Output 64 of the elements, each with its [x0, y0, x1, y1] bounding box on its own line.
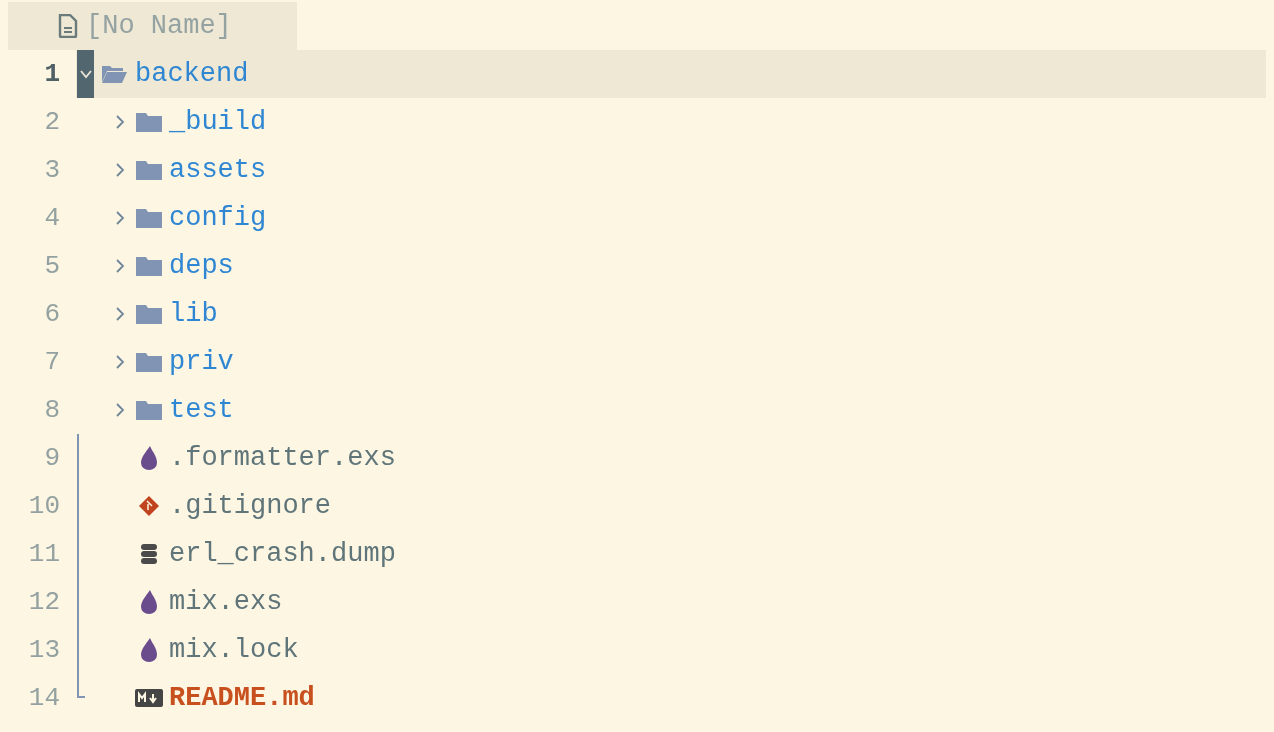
tree-row[interactable]: deps — [76, 242, 1266, 290]
folder-icon — [135, 208, 162, 228]
line-number: 3 — [43, 153, 60, 187]
file-name: mix.exs — [169, 585, 283, 619]
folder-name: priv — [169, 345, 234, 379]
database-icon — [139, 543, 158, 565]
tree-row[interactable]: .formatter.exs — [76, 434, 1266, 482]
line-number: 13 — [27, 633, 60, 667]
file-name: erl_crash.dump — [169, 537, 396, 571]
line-number: 1 — [43, 57, 60, 91]
folder-name: assets — [169, 153, 267, 187]
line-number: 4 — [43, 201, 60, 235]
line-number: 14 — [27, 681, 60, 715]
buffer-tab[interactable]: [No Name] — [8, 2, 297, 50]
tree-row[interactable]: mix.lock — [76, 626, 1266, 674]
folder-name: deps — [169, 249, 234, 283]
folder-icon — [135, 160, 162, 180]
tree-row[interactable]: mix.exs — [76, 578, 1266, 626]
tree-row[interactable]: priv — [76, 338, 1266, 386]
folder-icon — [135, 256, 162, 276]
tree-row[interactable]: config — [76, 194, 1266, 242]
chevron-right-icon[interactable] — [113, 403, 126, 417]
folder-icon — [135, 352, 162, 372]
tree-row[interactable]: _build — [76, 98, 1266, 146]
chevron-right-icon[interactable] — [113, 307, 126, 321]
file-name: README.md — [169, 681, 315, 715]
folder-name: test — [169, 393, 234, 427]
drop-icon — [139, 637, 158, 663]
tree-row[interactable]: test — [76, 386, 1266, 434]
chevron-right-icon[interactable] — [113, 259, 126, 273]
folder-icon — [135, 112, 162, 132]
folder-name: config — [169, 201, 267, 235]
file-name: .gitignore — [169, 489, 332, 523]
diamond-icon — [138, 496, 159, 516]
chevron-right-icon[interactable] — [113, 355, 126, 369]
tree-row[interactable]: lib — [76, 290, 1266, 338]
document-icon — [58, 14, 78, 38]
line-number: 5 — [43, 249, 60, 283]
line-number: 12 — [27, 585, 60, 619]
chevron-right-icon[interactable] — [113, 211, 126, 225]
folder-name: lib — [169, 297, 218, 331]
tree-row[interactable]: README.md — [76, 674, 1266, 722]
folder-icon — [135, 400, 162, 420]
line-number: 10 — [27, 489, 60, 523]
line-number: 6 — [43, 297, 60, 331]
tree-row[interactable]: erl_crash.dump — [76, 530, 1266, 578]
folder-name: _build — [169, 105, 267, 139]
line-number: 7 — [43, 345, 60, 379]
tree-row[interactable]: .gitignore — [76, 482, 1266, 530]
drop-icon — [139, 589, 158, 615]
chevron-right-icon[interactable] — [113, 115, 126, 129]
line-number: 8 — [43, 393, 60, 427]
markdown-icon — [134, 689, 163, 707]
folder-name: backend — [135, 57, 249, 91]
line-number: 9 — [43, 441, 60, 475]
line-number: 11 — [27, 537, 60, 571]
tree-row[interactable]: assets — [76, 146, 1266, 194]
open-folder-icon — [101, 64, 128, 84]
folder-icon — [135, 304, 162, 324]
line-number: 2 — [43, 105, 60, 139]
file-name: mix.lock — [169, 633, 299, 667]
file-name: .formatter.exs — [169, 441, 396, 475]
drop-icon — [139, 445, 158, 471]
chevron-right-icon[interactable] — [113, 163, 126, 177]
